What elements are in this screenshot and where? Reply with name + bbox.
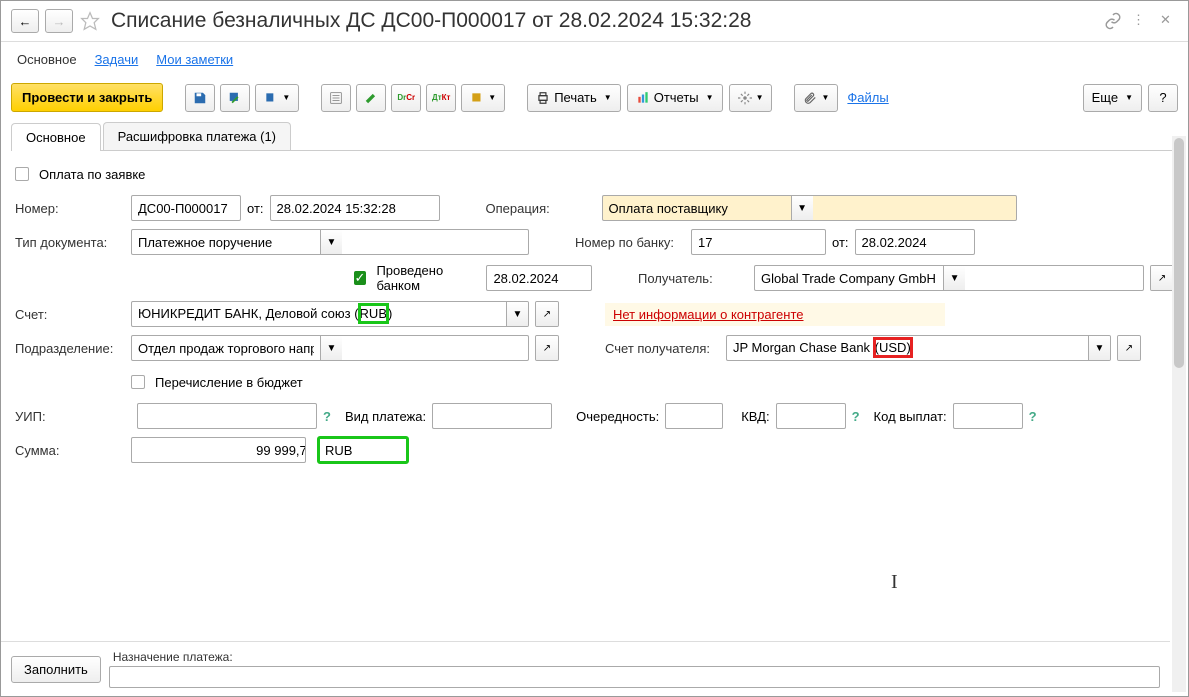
budget-transfer-label: Перечисление в бюджет [155, 375, 303, 390]
nav-fwd-button[interactable]: → [45, 9, 73, 33]
no-counterparty-warning[interactable]: Нет информации о контрагенте [613, 307, 804, 322]
from-label: от: [247, 201, 264, 216]
uip-input[interactable] [138, 404, 317, 428]
datetime-input[interactable] [271, 196, 440, 220]
page-title: Списание безналичных ДС ДС00-П000017 от … [111, 9, 751, 33]
formtab-main[interactable]: Основное [11, 123, 101, 151]
bank-processed-checkbox[interactable]: ✓ [354, 271, 367, 285]
budget-transfer-checkbox[interactable] [131, 375, 145, 389]
sum-label: Сумма: [15, 443, 125, 458]
save-icon[interactable] [185, 84, 215, 112]
open-icon[interactable]: ↗ [1151, 266, 1173, 290]
dropdown-1-icon[interactable]: ▼ [255, 84, 299, 112]
kvd-input[interactable] [777, 404, 846, 428]
reports-label: Отчеты [654, 90, 699, 105]
favorite-star-icon[interactable] [79, 10, 101, 32]
open-icon[interactable]: ↗ [536, 302, 558, 326]
nav-back-button[interactable]: ← [11, 9, 39, 33]
currency-select[interactable] [319, 438, 408, 462]
formtab-detail[interactable]: Расшифровка платежа (1) [103, 122, 291, 150]
paycode-input[interactable] [954, 404, 1023, 428]
dropdown-icon[interactable]: ▼ [320, 336, 342, 360]
reports-button[interactable]: Отчеты▼ [627, 84, 723, 112]
order-label: Очередность: [576, 409, 659, 424]
kvd-label: КВД: [741, 409, 769, 424]
close-icon[interactable]: ✕ [1160, 12, 1178, 30]
uip-help-icon[interactable]: ? [323, 409, 331, 424]
post-and-close-button[interactable]: Провести и закрыть [11, 83, 163, 112]
print-button[interactable]: Печать▼ [527, 84, 621, 112]
account-input[interactable]: ЮНИКРЕДИТ БАНК, Деловой союз (RUB) [132, 302, 392, 326]
dropdown-icon[interactable]: ▼ [943, 266, 965, 290]
number-input[interactable] [132, 196, 241, 220]
operation-select[interactable] [603, 196, 791, 220]
open-icon[interactable]: ↗ [1118, 336, 1140, 360]
dept-input[interactable] [132, 336, 320, 360]
doctype-select[interactable] [132, 230, 320, 254]
more-button[interactable]: Еще▼ [1083, 84, 1142, 112]
open-icon[interactable]: ↗ [536, 336, 558, 360]
number-label: Номер: [15, 201, 125, 216]
uip-label: УИП: [15, 409, 65, 424]
edit-icon[interactable] [356, 84, 386, 112]
pay-by-request-label: Оплата по заявке [39, 167, 145, 182]
attach-button[interactable]: ▼ [794, 84, 838, 112]
bankno-input[interactable] [692, 230, 826, 254]
kvd-help-icon[interactable]: ? [852, 409, 860, 424]
files-link[interactable]: Файлы [847, 90, 888, 105]
paytype-label: Вид платежа: [345, 409, 426, 424]
vertical-scrollbar[interactable] [1172, 136, 1186, 692]
from-label2: от: [832, 235, 849, 250]
dropdown-icon[interactable]: ▼ [506, 302, 528, 326]
list-icon[interactable] [321, 84, 351, 112]
help-button[interactable]: ? [1148, 84, 1178, 112]
text-cursor-icon: I [891, 571, 898, 594]
navtab-notes[interactable]: Мои заметки [156, 52, 233, 67]
account-label: Счет: [15, 307, 125, 322]
bankno-label: Номер по банку: [575, 235, 685, 250]
bank-processed-label: Проведено банком [376, 263, 476, 293]
dropdown-2-icon[interactable]: ▼ [461, 84, 505, 112]
order-input[interactable] [666, 404, 723, 428]
dropdown-icon[interactable]: ▼ [1088, 336, 1110, 360]
post-icon[interactable] [220, 84, 250, 112]
pay-by-request-checkbox[interactable] [15, 167, 29, 181]
recipient-input[interactable] [755, 266, 943, 290]
account-currency-highlight: RUB [359, 304, 388, 323]
dropdown-icon[interactable]: ▼ [791, 196, 813, 220]
navtab-tasks[interactable]: Задачи [95, 52, 139, 67]
recipient-label: Получатель: [638, 271, 748, 286]
gear-dropdown-icon[interactable]: ▼ [729, 84, 773, 112]
link-icon[interactable] [1104, 12, 1122, 30]
recip-acct-label: Счет получателя: [605, 341, 720, 356]
kebab-menu-icon[interactable]: ⋮ [1132, 12, 1150, 30]
sum-input[interactable] [132, 438, 306, 462]
print-label: Печать [554, 90, 597, 105]
recip-acct-input[interactable]: JP Morgan Chase Bank (USD) [727, 336, 912, 360]
navtab-main[interactable]: Основное [17, 52, 77, 67]
paytype-input[interactable] [433, 404, 552, 428]
drcr-icon[interactable]: DrCr [391, 84, 421, 112]
dept-label: Подразделение: [15, 341, 125, 356]
dtkt-icon[interactable]: ДтКт [426, 84, 456, 112]
paycode-help-icon[interactable]: ? [1029, 409, 1037, 424]
operation-label: Операция: [486, 201, 596, 216]
paycode-label: Код выплат: [874, 409, 947, 424]
processed-date-input[interactable] [487, 266, 592, 290]
purpose-input[interactable] [109, 666, 1160, 688]
purpose-label: Назначение платежа: [109, 650, 1160, 664]
bankdate-input[interactable] [856, 230, 975, 254]
recip-acct-currency-highlight: (USD) [874, 338, 912, 357]
scrollbar-thumb[interactable] [1174, 138, 1184, 368]
dropdown-icon[interactable]: ▼ [320, 230, 342, 254]
fill-button[interactable]: Заполнить [11, 656, 101, 683]
doctype-label: Тип документа: [15, 235, 125, 250]
